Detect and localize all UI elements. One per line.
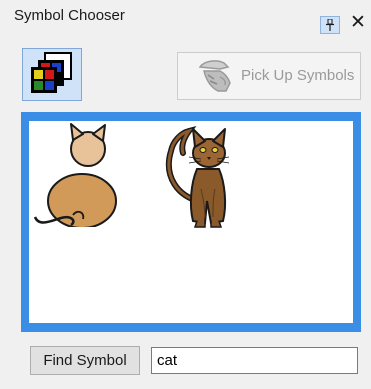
close-button[interactable]: ✕ <box>350 13 366 32</box>
color-palette-icon <box>31 52 72 93</box>
symbol-results-area <box>29 121 353 323</box>
pick-up-symbols-button[interactable]: Pick Up Symbols <box>177 52 361 100</box>
symbol-chooser-panel: Symbol Chooser ✕ Pick Up Symbols Find Sy… <box>0 0 371 389</box>
symbol-search-input[interactable] <box>151 347 358 374</box>
palette-button[interactable] <box>22 48 82 101</box>
pin-button[interactable] <box>320 16 340 34</box>
hand-pickup-icon <box>198 60 231 92</box>
cat-realistic-symbol[interactable] <box>159 117 249 229</box>
find-symbol-button[interactable]: Find Symbol <box>30 346 140 375</box>
cat-simple-symbol[interactable] <box>33 117 129 227</box>
pick-up-symbols-label: Pick Up Symbols <box>241 67 355 84</box>
pin-icon <box>326 19 334 31</box>
window-title: Symbol Chooser <box>14 7 125 24</box>
title-bar: Symbol Chooser ✕ <box>0 0 371 34</box>
